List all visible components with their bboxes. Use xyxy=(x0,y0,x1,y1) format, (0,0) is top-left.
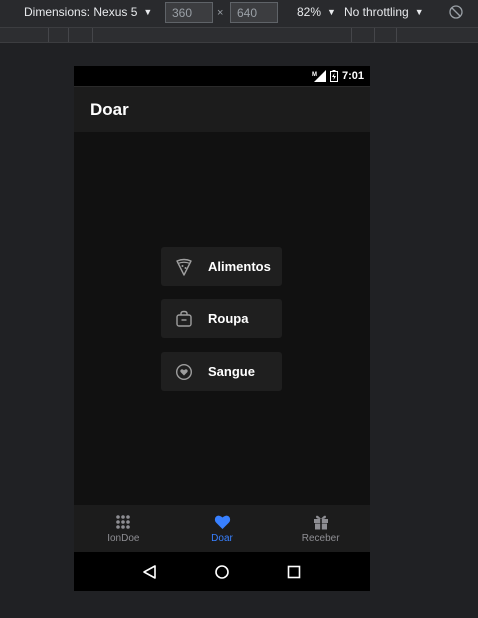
ruler-tick xyxy=(92,28,93,42)
ruler-tick xyxy=(48,28,49,42)
ruler-tick xyxy=(396,28,397,42)
dimensions-dropdown[interactable]: Dimensions: Nexus 5 ▼ xyxy=(24,5,152,19)
android-nav-bar xyxy=(74,552,370,591)
devtools-device-toolbar: Dimensions: Nexus 5 ▼ × 82% ▼ No throttl… xyxy=(0,0,478,27)
tab-receber[interactable]: Receber xyxy=(271,505,370,552)
width-input[interactable] xyxy=(165,2,213,23)
tab-iondoe[interactable]: IonDoe xyxy=(74,505,173,552)
donate-food-button[interactable]: Alimentos xyxy=(161,247,282,286)
battery-icon xyxy=(329,70,338,82)
donate-blood-label: Sangue xyxy=(208,364,255,379)
throttling-label: No throttling xyxy=(344,5,409,19)
donate-food-label: Alimentos xyxy=(208,259,271,274)
recents-icon[interactable] xyxy=(286,564,302,580)
tab-label: Doar xyxy=(211,532,233,544)
chevron-down-icon: ▼ xyxy=(327,7,336,17)
back-icon[interactable] xyxy=(142,564,158,580)
home-icon[interactable] xyxy=(214,564,230,580)
gift-icon xyxy=(313,515,328,529)
pizza-icon xyxy=(176,258,192,276)
donate-clothes-label: Roupa xyxy=(208,311,249,326)
bottom-tab-bar: IonDoe Doar Receber xyxy=(74,505,370,552)
rotate-icon[interactable] xyxy=(448,4,464,20)
times-separator: × xyxy=(217,7,224,19)
heart-circle-icon xyxy=(175,363,193,380)
page-title: Doar xyxy=(90,99,129,119)
tab-doar[interactable]: Doar xyxy=(173,505,272,552)
status-bar: M 7:01 xyxy=(74,66,370,86)
network-type-label: M xyxy=(312,72,317,78)
height-input[interactable] xyxy=(230,2,278,23)
media-query-ruler xyxy=(0,27,478,43)
ruler-tick xyxy=(351,28,352,42)
heart-icon xyxy=(214,515,230,529)
apps-icon xyxy=(116,514,131,529)
chevron-down-icon: ▼ xyxy=(143,7,153,17)
donate-blood-button[interactable]: Sangue xyxy=(161,352,282,391)
ruler-tick xyxy=(374,28,375,42)
dimensions-label: Dimensions: Nexus 5 xyxy=(24,5,138,19)
throttling-dropdown[interactable]: No throttling ▼ xyxy=(344,5,424,19)
tab-label: IonDoe xyxy=(107,532,140,544)
bag-icon xyxy=(176,310,192,327)
ruler-tick xyxy=(68,28,69,42)
zoom-dropdown[interactable]: 82% ▼ xyxy=(297,5,336,19)
signal-icon: M xyxy=(312,70,326,82)
status-time: 7:01 xyxy=(341,70,364,82)
zoom-label: 82% xyxy=(297,5,322,19)
chevron-down-icon: ▼ xyxy=(414,7,424,17)
app-header: Doar xyxy=(74,86,370,132)
donate-clothes-button[interactable]: Roupa xyxy=(161,299,282,338)
donate-content: Alimentos Roupa Sangue xyxy=(74,132,370,505)
tab-label: Receber xyxy=(301,532,340,544)
device-viewport: M 7:01 Doar Alimentos Roupa Sangue IonDo… xyxy=(74,66,370,591)
